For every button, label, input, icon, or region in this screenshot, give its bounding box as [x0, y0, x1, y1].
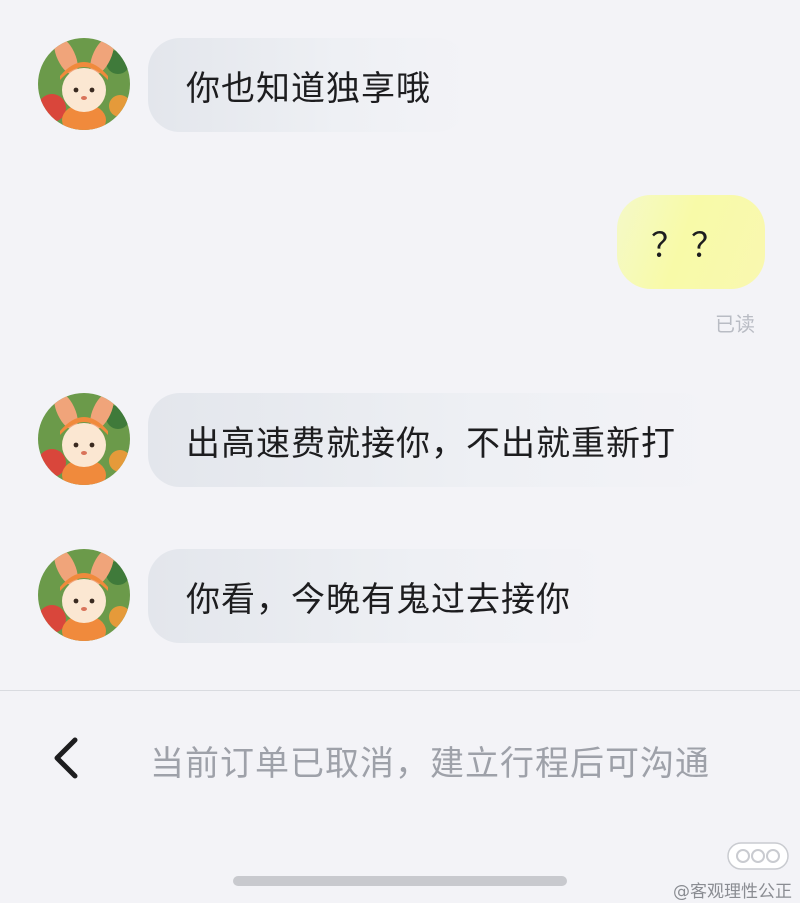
home-indicator[interactable]	[233, 876, 567, 886]
watermark-logo-icon	[727, 842, 789, 870]
disabled-input-hint: 当前订单已取消，建立行程后可沟通	[150, 744, 710, 784]
contact-avatar[interactable]	[38, 393, 130, 485]
incoming-message-bubble[interactable]: 出高速费就接你，不出就重新打	[148, 393, 714, 487]
outgoing-message-bubble[interactable]: ？？	[617, 195, 765, 289]
bunny-avatar-icon	[38, 38, 130, 130]
input-divider	[0, 690, 800, 691]
contact-avatar[interactable]	[38, 38, 130, 130]
incoming-message-bubble[interactable]: 你也知道独享哦	[148, 38, 469, 132]
bunny-avatar-icon	[38, 393, 130, 485]
watermark-text: @客观理性公正	[673, 882, 792, 902]
bunny-avatar-icon	[38, 549, 130, 641]
incoming-message-bubble[interactable]: 你看，今晚有鬼过去接你	[148, 549, 609, 643]
back-button[interactable]	[40, 730, 92, 786]
message-text: 你看，今晚有鬼过去接你	[186, 579, 571, 620]
message-text: 出高速费就接你，不出就重新打	[186, 423, 676, 464]
message-text: 你也知道独享哦	[186, 68, 431, 109]
contact-avatar[interactable]	[38, 549, 130, 641]
chevron-left-icon	[54, 737, 78, 779]
read-status: 已读	[715, 312, 755, 336]
message-text: ？？	[651, 225, 731, 266]
